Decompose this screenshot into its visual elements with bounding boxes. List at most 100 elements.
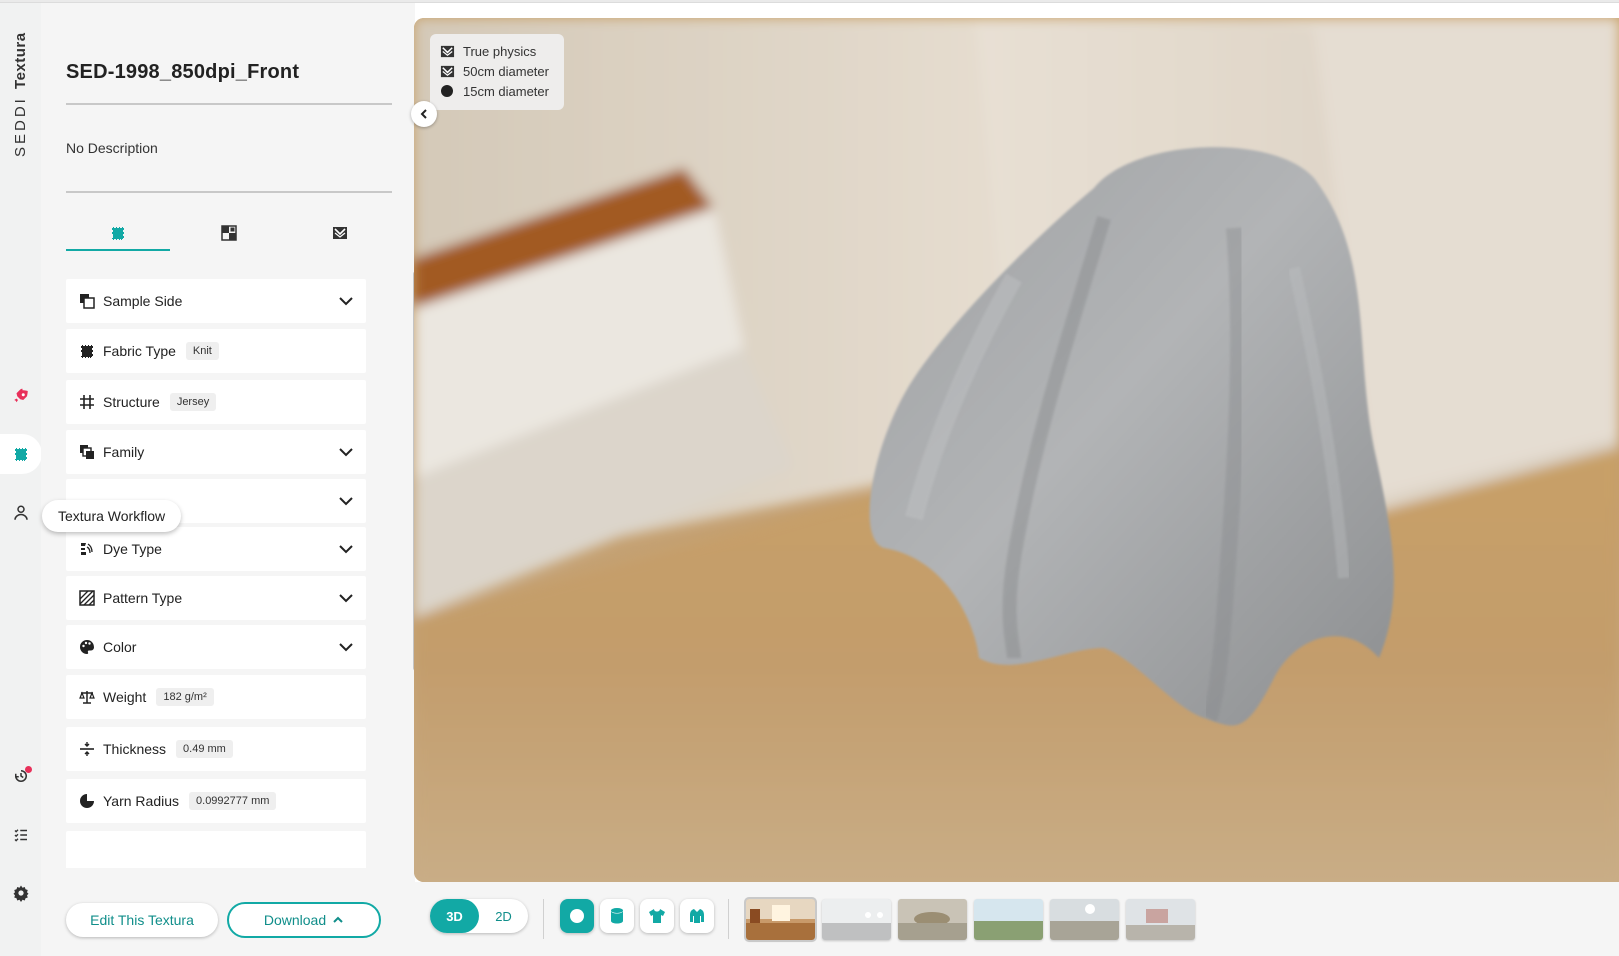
chevron-down-icon[interactable] [338,639,354,655]
property-value: 0.0992777 mm [189,792,277,810]
family-icon [78,443,96,461]
textura-title: SED-1998_850dpi_Front [66,61,300,83]
tab-physics[interactable] [288,215,392,251]
download-label: Download [263,912,327,928]
sample-side-icon [78,292,96,310]
yarn-radius-icon [78,792,96,810]
rail-settings-button[interactable] [0,873,41,913]
shape-jacket-button[interactable] [680,899,714,933]
property-weight: Weight 182 g/m² [66,675,366,719]
pattern-type-icon [78,589,96,607]
shape-cylinder-button[interactable] [600,899,634,933]
env-dusk[interactable] [898,899,967,940]
property-sample-side[interactable]: Sample Side [66,279,366,323]
edit-textura-button[interactable]: Edit This Textura [66,903,218,937]
legend-item: 15cm diameter [439,81,555,101]
view-mode-toggle: 3D 2D [430,899,528,933]
jacket-icon [690,909,704,923]
property-label: Sample Side [103,293,183,309]
property-value: 182 g/m² [156,688,214,706]
property-label: Pattern Type [103,590,183,606]
physics-icon [439,63,455,79]
rail-tooltip: Textura Workflow [42,500,182,532]
tab-maps-icon [221,225,237,241]
tab-fabric-icon [112,227,124,240]
property-color[interactable]: Color [66,625,366,669]
thickness-icon [78,740,96,758]
tab-maps[interactable] [177,215,281,251]
toolbar-divider [543,899,544,939]
notification-badge [25,766,32,773]
rail-launch-button[interactable] [0,377,41,417]
rail-fabric-button[interactable] [0,434,42,474]
property-label: Family [103,444,145,460]
legend-label: 15cm diameter [463,83,549,99]
sphere-icon [570,909,584,923]
details-panel: SED-1998_850dpi_Front No Description Sam… [41,3,419,956]
tshirt-icon [649,909,665,923]
shape-sphere-button[interactable] [560,899,594,933]
legend-label: True physics [463,43,537,59]
property-label: Weight [103,689,147,705]
legend-item: True physics [439,41,555,61]
list-icon [14,829,27,842]
fabric-icon [15,448,27,461]
property-label: Color [103,639,137,655]
physics-legend: True physics 50cm diameter 15cm diameter [430,34,564,110]
mode-2d-button[interactable]: 2D [479,899,528,933]
chevron-up-icon [333,916,343,923]
property-thickness: Thickness 0.49 mm [66,727,366,771]
tab-fabric[interactable] [66,215,170,251]
rail-workflow-button[interactable] [0,493,41,533]
property-dye-type[interactable]: Dye Type [66,527,366,571]
structure-grid-icon [78,393,96,411]
legend-item: 50cm diameter [439,61,555,81]
toolbar-divider [728,899,729,939]
property-fabric-type: Fabric Type Knit [66,329,366,373]
property-yarn-radius: Yarn Radius 0.0992777 mm [66,779,366,823]
mode-3d-button[interactable]: 3D [430,899,479,933]
property-value: 0.49 mm [176,740,233,758]
env-field[interactable] [974,899,1043,940]
shape-tshirt-button[interactable] [640,899,674,933]
description-text[interactable]: No Description [66,140,158,156]
description-divider [66,191,392,193]
property-label: Dye Type [103,541,162,557]
rail-list-button[interactable] [0,815,41,855]
property-label: Thickness [103,741,167,757]
chevron-down-icon[interactable] [338,293,354,309]
property-value: Knit [185,342,219,360]
property-pattern-type[interactable]: Pattern Type [66,576,366,620]
property-value: Jersey [169,393,217,411]
env-overcast[interactable] [1050,899,1119,940]
textura-app: SEDDI Textura Textura Workflow SED-1998_… [0,0,1619,956]
chevron-left-icon [420,109,427,119]
person-icon [13,505,28,520]
property-structure: Structure Jersey [66,380,366,424]
rail-history-button[interactable] [0,756,41,796]
legend-label: 50cm diameter [463,63,549,79]
chevron-down-icon[interactable] [338,541,354,557]
env-interior[interactable] [744,897,817,942]
property-label: Fabric Type [103,343,176,359]
chevron-down-icon[interactable] [338,493,354,509]
dye-type-icon [78,540,96,558]
brand-logo: SEDDI Textura [8,32,32,163]
env-street[interactable] [1126,899,1195,940]
brand-wordmark: SEDDI Textura [12,32,29,157]
3d-viewport[interactable] [414,18,1619,882]
collapse-panel-button[interactable] [411,101,437,127]
gear-icon [13,885,28,902]
env-studio[interactable] [822,899,891,940]
chevron-down-icon[interactable] [338,444,354,460]
chevron-down-icon[interactable] [338,590,354,606]
cylinder-icon [611,908,623,924]
property-family[interactable]: Family [66,430,366,474]
title-divider [66,103,392,105]
property-partial [66,831,366,868]
properties-list: Sample Side Fabric Type Knit Structure J… [66,273,371,868]
property-label: Structure [103,394,160,410]
physics-icon [439,43,455,59]
property-label: Yarn Radius [103,793,180,809]
download-button[interactable]: Download [227,902,381,938]
